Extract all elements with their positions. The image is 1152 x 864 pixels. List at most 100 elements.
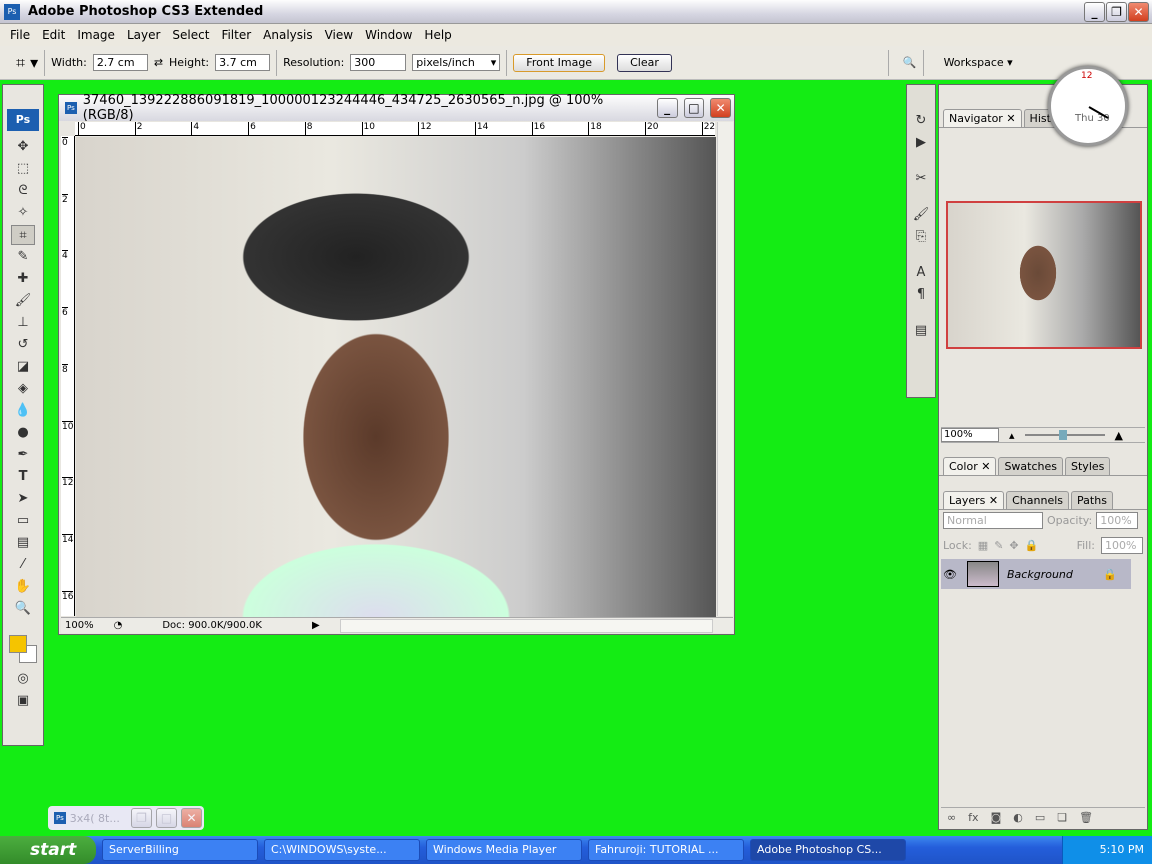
quick-mask-icon[interactable]: ◎	[11, 669, 35, 689]
color-swatches[interactable]	[3, 633, 43, 667]
zoom-out-icon[interactable]: ▴	[1009, 429, 1015, 442]
lock-transparency-icon[interactable]: ▦	[978, 539, 988, 552]
foreground-color-swatch[interactable]	[9, 635, 27, 653]
actions-panel-icon[interactable]: ▶	[909, 133, 933, 153]
marquee-tool-icon[interactable]: ⬚	[11, 159, 35, 179]
height-input[interactable]: 3.7 cm	[215, 54, 271, 71]
zoom-slider-handle[interactable]	[1058, 430, 1067, 440]
bridge-icon[interactable]: 🔍	[903, 56, 917, 69]
eye-icon[interactable]: 👁	[941, 568, 959, 581]
healing-brush-icon[interactable]: ✚	[11, 269, 35, 289]
history-brush-icon[interactable]: ↺	[11, 335, 35, 355]
tab-channels[interactable]: Channels	[1006, 491, 1070, 509]
notes-tool-icon[interactable]: ▤	[11, 533, 35, 553]
blend-mode-select[interactable]: Normal	[943, 512, 1043, 529]
task-photoshop[interactable]: Adobe Photoshop CS...	[750, 839, 906, 861]
menu-file[interactable]: File	[4, 28, 36, 42]
adjustment-layer-icon[interactable]: ◐	[1013, 811, 1023, 824]
lock-all-icon[interactable]: 🔒	[1025, 539, 1039, 552]
minimized-document[interactable]: Ps 3x4( 8t... ❐ □ ✕	[48, 806, 204, 830]
zoom-in-icon[interactable]: ▲	[1115, 429, 1123, 442]
delete-layer-icon[interactable]: 🗑	[1079, 811, 1093, 824]
task-cmd[interactable]: C:\WINDOWS\syste...	[264, 839, 420, 861]
lock-pixels-icon[interactable]: ✎	[994, 539, 1003, 552]
menu-view[interactable]: View	[319, 28, 359, 42]
paragraph-panel-icon[interactable]: ¶	[909, 285, 933, 305]
restore-button[interactable]: ❐	[1106, 2, 1127, 22]
layer-row-background[interactable]: 👁 Background 🔒	[941, 559, 1131, 589]
layer-comps-icon[interactable]: ▤	[909, 321, 933, 341]
fx-icon[interactable]: fx	[968, 811, 978, 824]
tab-paths[interactable]: Paths	[1071, 491, 1113, 509]
eraser-tool-icon[interactable]: ◪	[11, 357, 35, 377]
menu-filter[interactable]: Filter	[215, 28, 257, 42]
opacity-input[interactable]: 100%	[1096, 512, 1139, 529]
task-media-player[interactable]: Windows Media Player	[426, 839, 582, 861]
clone-source-icon[interactable]: ⎘	[909, 227, 933, 247]
status-menu-icon[interactable]: ◔	[114, 620, 123, 631]
paint-bucket-icon[interactable]: ◈	[11, 379, 35, 399]
width-input[interactable]: 2.7 cm	[92, 54, 148, 71]
tab-swatches[interactable]: Swatches	[998, 457, 1064, 475]
hand-tool-icon[interactable]: ✋	[11, 577, 35, 597]
add-mask-icon[interactable]: ◙	[991, 811, 1002, 824]
crop-tool-icon[interactable]: ⌗	[11, 225, 35, 245]
brush-tool-icon[interactable]: 🖌	[11, 291, 35, 311]
menu-select[interactable]: Select	[166, 28, 215, 42]
horizontal-scrollbar[interactable]	[339, 618, 713, 633]
menu-help[interactable]: Help	[418, 28, 457, 42]
eyedropper-icon[interactable]: ⁄	[11, 555, 35, 575]
fill-input[interactable]: 100%	[1101, 537, 1143, 554]
doc-maximize-button[interactable]: □	[683, 98, 705, 118]
clear-button[interactable]: Clear	[617, 53, 672, 72]
doc-close-button[interactable]: ✕	[710, 98, 731, 118]
menu-layer[interactable]: Layer	[121, 28, 166, 42]
dodge-tool-icon[interactable]: ●	[11, 423, 35, 443]
workspace-button[interactable]: Workspace ▾	[944, 56, 1013, 69]
doc-minimize-button[interactable]: _	[656, 98, 678, 118]
tab-styles[interactable]: Styles	[1065, 457, 1111, 475]
close-button[interactable]: ✕	[1128, 2, 1149, 22]
new-group-icon[interactable]: ▭	[1035, 811, 1045, 824]
new-layer-icon[interactable]: ❏	[1057, 811, 1067, 824]
clone-stamp-icon[interactable]: ⊥	[11, 313, 35, 333]
units-select[interactable]: pixels/inch ▾	[412, 54, 501, 71]
status-arrow-icon[interactable]: ▶	[312, 620, 320, 631]
zoom-level[interactable]: 100%	[65, 620, 94, 631]
magic-wand-tool-icon[interactable]: ✧	[11, 203, 35, 223]
minimize-button[interactable]: _	[1084, 2, 1105, 22]
mini-maximize-button[interactable]: □	[156, 808, 177, 828]
zoom-slider[interactable]	[1024, 430, 1105, 440]
navigator-preview[interactable]	[946, 201, 1142, 349]
lock-position-icon[interactable]: ✥	[1009, 539, 1018, 552]
mini-restore-button[interactable]: ❐	[131, 808, 152, 828]
screen-mode-icon[interactable]: ▣	[11, 691, 35, 711]
tab-navigator[interactable]: Navigator ✕	[943, 109, 1022, 127]
character-panel-icon[interactable]: A	[909, 263, 933, 283]
brushes-panel-icon[interactable]: 🖌	[909, 205, 933, 225]
zoom-tool-icon[interactable]: 🔍	[11, 599, 35, 619]
menu-window[interactable]: Window	[359, 28, 418, 42]
menu-image[interactable]: Image	[71, 28, 121, 42]
start-button[interactable]: start	[0, 836, 96, 864]
resolution-input[interactable]: 300	[350, 54, 407, 71]
move-tool-icon[interactable]: ✥	[11, 137, 35, 157]
clock-time[interactable]: 5:10 PM	[1100, 843, 1144, 856]
type-tool-icon[interactable]: T	[11, 467, 35, 487]
task-serverbilling[interactable]: ServerBilling	[102, 839, 258, 861]
crop-tool-preset-icon[interactable]: ⌗ ▾	[16, 53, 38, 73]
lasso-tool-icon[interactable]: ᘓ	[11, 181, 35, 201]
link-layers-icon[interactable]: ∞	[947, 811, 956, 824]
shape-tool-icon[interactable]: ▭	[11, 511, 35, 531]
vertical-scrollbar[interactable]	[717, 122, 733, 616]
tab-layers[interactable]: Layers ✕	[943, 491, 1005, 509]
history-panel-icon[interactable]: ↻	[909, 111, 933, 131]
blur-tool-icon[interactable]: 💧	[11, 401, 35, 421]
tab-color[interactable]: Color ✕	[943, 457, 997, 475]
tool-presets-icon[interactable]: ✂	[909, 169, 933, 189]
navigator-zoom-input[interactable]: 100%	[941, 428, 999, 442]
pen-tool-icon[interactable]: ✒	[11, 445, 35, 465]
menu-analysis[interactable]: Analysis	[257, 28, 318, 42]
task-firefox[interactable]: Fahruroji: TUTORIAL ...	[588, 839, 744, 861]
mini-close-button[interactable]: ✕	[181, 808, 202, 828]
